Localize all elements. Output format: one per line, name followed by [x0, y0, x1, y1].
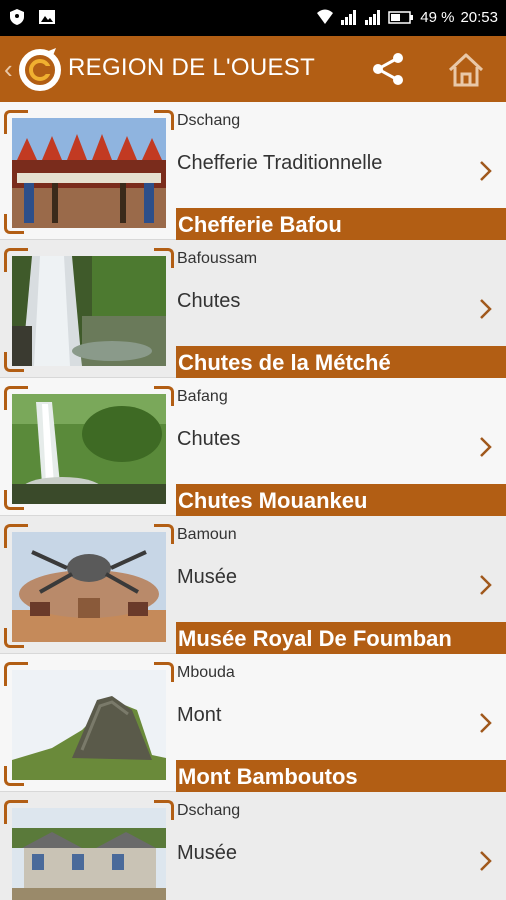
- signal-icon: [364, 8, 382, 26]
- list-item[interactable]: Dschang Musée: [0, 792, 506, 900]
- battery-icon: [388, 8, 414, 26]
- logo: [16, 46, 64, 94]
- title-band: Musée Royal De Foumban: [176, 622, 506, 655]
- chevron-right-icon[interactable]: [476, 572, 496, 598]
- share-icon[interactable]: [370, 50, 408, 88]
- status-bar: 49 % 20:53: [0, 0, 506, 36]
- image-icon: [38, 8, 56, 26]
- clock: 20:53: [460, 8, 498, 26]
- thumbnail: [4, 524, 174, 648]
- page-title: REGION DE L'OUEST: [68, 54, 316, 81]
- chevron-right-icon[interactable]: [476, 434, 496, 460]
- city-label: Bamoun: [177, 526, 237, 543]
- chevron-right-icon[interactable]: [476, 296, 496, 322]
- title-band: Mont Bamboutos: [176, 760, 506, 793]
- title-band: Chutes de la Métché: [176, 346, 506, 379]
- home-icon[interactable]: [446, 50, 486, 90]
- city-label: Bafang: [177, 388, 228, 405]
- title-band: Chutes Mouankeu: [176, 484, 506, 517]
- chevron-right-icon[interactable]: [476, 710, 496, 736]
- place-title: Mont Bamboutos: [178, 764, 358, 789]
- city-label: Dschang: [177, 802, 241, 819]
- category-label: Chutes: [177, 428, 241, 450]
- signal-icon: [340, 8, 358, 26]
- thumbnail: [4, 110, 174, 234]
- chevron-right-icon[interactable]: [476, 848, 496, 874]
- list-item[interactable]: Bamoun Musée Musée Royal De Foumban: [0, 516, 506, 655]
- list-item[interactable]: Mbouda Mont Mont Bamboutos: [0, 654, 506, 793]
- battery-percent: 49 %: [420, 8, 455, 26]
- chevron-right-icon[interactable]: [476, 158, 496, 184]
- list-item[interactable]: Dschang Chefferie Traditionnelle Cheffer…: [0, 102, 506, 241]
- category-label: Musée: [177, 842, 238, 864]
- category-label: Chefferie Traditionnelle: [177, 152, 383, 174]
- city-label: Bafoussam: [177, 250, 258, 267]
- category-label: Mont: [177, 704, 222, 726]
- place-title: Chutes Mouankeu: [178, 488, 368, 513]
- category-label: Chutes: [177, 290, 241, 312]
- thumbnail: [4, 248, 174, 372]
- wifi-icon: [316, 8, 334, 26]
- app-bar: ‹ REGION DE L'OUEST: [0, 36, 506, 102]
- place-title: Musée Royal De Foumban: [178, 626, 452, 651]
- title-band: Chefferie Bafou: [176, 208, 506, 241]
- thumbnail: [4, 662, 174, 786]
- city-label: Mbouda: [177, 664, 235, 681]
- place-title: Chefferie Bafou: [178, 212, 342, 237]
- thumbnail: [4, 800, 174, 900]
- category-label: Musée: [177, 566, 238, 588]
- list-item[interactable]: Bafang Chutes Chutes Mouankeu: [0, 378, 506, 517]
- thumbnail: [4, 386, 174, 510]
- places-list: Dschang Chefferie Traditionnelle Cheffer…: [0, 102, 506, 900]
- list-item[interactable]: Bafoussam Chutes Chutes de la Métché: [0, 240, 506, 379]
- city-label: Dschang: [177, 112, 241, 129]
- place-title: Chutes de la Métché: [178, 350, 391, 375]
- shield-icon: [8, 8, 26, 26]
